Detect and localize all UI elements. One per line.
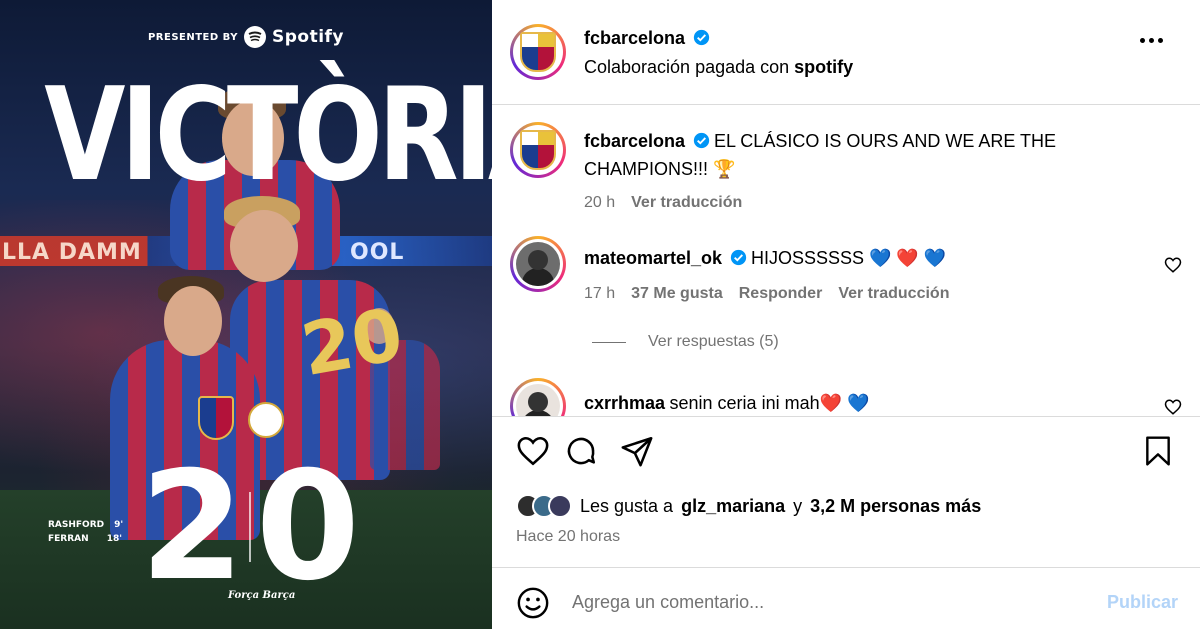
author-avatar[interactable] [510,24,566,80]
post-time[interactable]: Hace 20 horas [516,528,620,546]
likes-summary: Les gusta a glz_mariana y 3,2 M personas… [516,494,981,518]
caption-text-line1: EL CLÁSICO IS OURS AND WE ARE THE [713,131,1057,151]
likes-conjunction: y [793,495,803,516]
caption: fcbarcelona EL CLÁSICO IS OURS AND WE AR… [584,128,1144,216]
header-divider [492,104,1200,105]
scorer-row: FERRAN 18' [48,532,122,546]
replies-line [592,341,626,343]
comment-item: cxrrhmaa senin ceria ini mah❤️ 💙 [584,390,869,416]
likes-prefix: Les gusta a [580,495,674,516]
author-username[interactable]: fcbarcelona [584,28,685,48]
scorer-name: FERRAN [48,534,89,544]
paid-partnership-label: Colaboración pagada con [584,57,790,77]
publish-button[interactable]: Publicar [1107,592,1178,613]
view-replies-label[interactable]: Ver respuestas (5) [648,333,779,351]
post-image[interactable]: LLA DAMM OOL PRESENTED BY Spotify VICTÒR… [0,0,492,629]
player-head [230,210,298,282]
user-photo [516,384,560,416]
caption-username[interactable]: fcbarcelona [584,131,685,151]
comments-divider [492,416,1200,417]
commenter-avatar[interactable] [510,236,566,292]
fcb-logo-icon [520,130,556,170]
comment-meta: 17 h 37 Me gusta Responder Ver traducció… [584,281,1144,307]
partner-link[interactable]: spotify [794,57,853,77]
scorer-minute: 18' [106,534,122,544]
comment-time[interactable]: 17 h [584,281,615,307]
bookmark-icon[interactable] [1142,434,1174,468]
comment-item-clip: cxrrhmaa senin ceria ini mah❤️ 💙 [492,378,1200,416]
banner-text-left: LLA DAMM [2,240,142,265]
liker-avatars [516,494,572,518]
emoji-icon[interactable] [516,586,550,620]
presented-by-label: PRESENTED BY [147,31,238,43]
sponsor-line: PRESENTED BY Spotify [0,26,492,48]
reply-link[interactable]: Responder [739,281,823,307]
verified-badge-icon [693,29,709,46]
post-panel: fcbarcelona Colaboración pagada con spot… [492,0,1200,629]
spotify-logo-icon [243,26,266,48]
comment-icon[interactable] [564,434,598,468]
liker-username[interactable]: glz_mariana [681,496,785,517]
commenter-avatar[interactable] [510,378,566,416]
banner-text-right: OOL [350,240,405,265]
view-replies[interactable]: Ver respuestas (5) [592,333,779,351]
comment-username[interactable]: cxrrhmaa [584,393,665,413]
comment-input[interactable]: Agrega un comentario... [572,592,764,613]
user-photo [516,242,560,286]
caption-translate-link[interactable]: Ver traducción [631,190,742,216]
comment-text: senin ceria ini mah❤️ 💙 [669,393,870,413]
likes-count[interactable]: 3,2 M personas más [810,496,981,517]
scorers-list: RASHFORD 9' FERRAN 18' [48,518,124,546]
forca-barca-signature: Força Barça [228,590,296,601]
action-bar [516,434,1180,474]
player-head [164,286,222,356]
more-horizontal-icon[interactable] [1140,38,1163,43]
headline: VICTÒRIA [44,61,492,210]
comment-translate-link[interactable]: Ver traducción [838,281,949,307]
comment-like-heart-icon[interactable] [1164,398,1182,416]
liker-avatar[interactable] [548,494,572,518]
caption-avatar[interactable] [510,122,566,178]
comment-composer: Agrega un comentario... Publicar [492,568,1200,629]
author-name-row: fcbarcelona [584,28,710,49]
score-separator [249,492,251,562]
fcb-crest-icon [198,396,234,440]
comment-text: HIJOSSSSSS 💙 ❤️ 💙 [750,248,947,268]
caption-time[interactable]: 20 h [584,190,615,216]
heart-icon[interactable] [516,434,550,468]
verified-badge-icon [693,132,709,149]
team-crests [198,396,284,440]
scoreline: 2 0 [140,452,360,602]
score-home: 2 [140,440,245,614]
fcb-logo-icon [520,32,556,72]
caption-meta: 20 h Ver traducción [584,190,1144,216]
real-madrid-crest-icon [248,402,284,438]
caption-text-line2: CHAMPIONS!!! 🏆 [584,159,736,179]
comment-username[interactable]: mateomartel_ok [584,248,722,268]
paid-partnership: Colaboración pagada con spotify [584,57,853,78]
send-icon[interactable] [620,434,654,468]
spotify-wordmark: Spotify [271,27,345,47]
comment-likes[interactable]: 37 Me gusta [631,281,723,307]
scorer-minute: 9' [114,520,124,530]
scorer-name: RASHFORD [48,520,105,530]
score-away: 0 [255,440,360,614]
jersey-number: 20 [295,291,409,393]
comment-item: mateomartel_ok HIJOSSSSSS 💙 ❤️ 💙 17 h 37… [584,245,1144,307]
scorer-row: RASHFORD 9' [48,518,124,532]
comment-like-heart-icon[interactable] [1164,256,1182,274]
verified-badge-icon [730,249,746,266]
